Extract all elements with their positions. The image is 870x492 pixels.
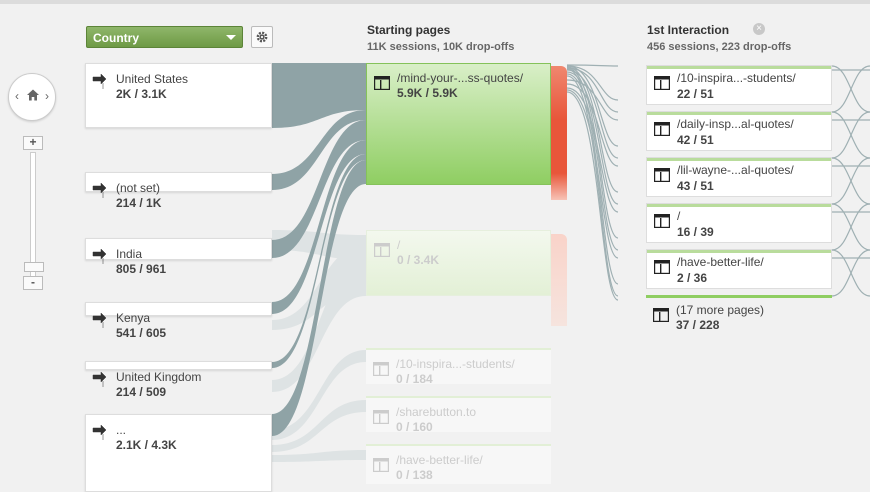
country-label: Kenya: [116, 311, 151, 325]
country-value: 2.1K / 4.3K: [116, 438, 177, 452]
page-icon: [373, 362, 389, 376]
starting-page-value: 0 / 160: [396, 420, 433, 434]
starting-page-node[interactable]: /have-better-life/ 0 / 138: [366, 444, 551, 484]
starting-page-value: 0 / 3.4K: [397, 253, 440, 267]
starting-page-value: 0 / 138: [396, 468, 433, 482]
entry-arrow-icon: [92, 425, 107, 440]
country-node[interactable]: United States 2K / 3.1K: [85, 63, 272, 128]
interaction-bar: [647, 158, 831, 161]
zoom-in-button[interactable]: +: [23, 136, 43, 150]
country-node[interactable]: ... 2.1K / 4.3K: [85, 414, 272, 492]
starting-page-node[interactable]: /10-inspira...-students/ 0 / 184: [366, 348, 551, 386]
close-icon[interactable]: ×: [753, 23, 765, 35]
interaction-value: 43 / 51: [677, 179, 714, 193]
interaction-bar: [647, 204, 831, 207]
interaction-value: 22 / 51: [677, 87, 714, 101]
country-value: 541 / 605: [116, 326, 167, 340]
page-icon: [654, 122, 670, 136]
page-icon: [654, 214, 670, 228]
starting-page-value: 0 / 184: [396, 372, 433, 386]
interaction-node[interactable]: (17 more pages) 37 / 228: [646, 295, 832, 335]
starting-page-value: 5.9K / 5.9K: [397, 86, 458, 100]
interaction-label: (17 more pages): [676, 303, 765, 317]
page-icon: [653, 308, 669, 322]
country-label: India: [116, 247, 143, 261]
interaction-bar: [647, 66, 831, 69]
country-node[interactable]: Kenya 541 / 605: [85, 302, 272, 340]
starting-page-label: /have-better-life/: [396, 453, 483, 467]
starting-page-node[interactable]: /sharebutton.to 0 / 160: [366, 396, 551, 434]
interaction-value: 37 / 228: [676, 318, 720, 332]
starting-pages-subtitle: 11K sessions, 10K drop-offs: [367, 41, 515, 53]
pan-left-icon[interactable]: ‹: [15, 89, 19, 103]
entry-arrow-icon: [92, 183, 107, 198]
starting-page-label: /10-inspira...-students/: [396, 357, 515, 371]
first-interaction-subtitle: 456 sessions, 223 drop-offs: [647, 41, 792, 53]
country-node[interactable]: India 805 / 961: [85, 238, 272, 276]
interaction-label: /10-inspira...-students/: [677, 71, 796, 85]
interaction-bar: [647, 250, 831, 253]
dropoff-bar[interactable]: [551, 66, 567, 200]
entry-arrow-icon: [92, 313, 107, 328]
country-label: United Kingdom: [116, 370, 202, 384]
starting-page-label: /sharebutton.to: [396, 405, 477, 419]
country-value: 214 / 509: [116, 385, 167, 399]
interaction-label: /: [677, 209, 681, 223]
interaction-node[interactable]: / 16 / 39: [646, 203, 832, 243]
interaction-label: /have-better-life/: [677, 255, 764, 269]
country-label: ...: [116, 423, 127, 437]
starting-page-label: /: [397, 238, 401, 252]
interaction-value: 16 / 39: [677, 225, 714, 239]
pan-control[interactable]: ‹ ›: [8, 73, 56, 121]
dimension-dropdown[interactable]: Country: [86, 26, 243, 48]
interaction-value: 42 / 51: [677, 133, 714, 147]
starting-page-node[interactable]: / 0 / 3.4K: [366, 230, 551, 296]
country-label: United States: [116, 72, 189, 86]
entry-arrow-icon: [92, 249, 107, 264]
first-interaction-title: 1st Interaction: [647, 23, 730, 37]
zoom-out-button[interactable]: -: [23, 276, 43, 290]
interaction-node[interactable]: /have-better-life/ 2 / 36: [646, 249, 832, 289]
page-icon: [374, 76, 390, 90]
page-icon: [654, 76, 670, 90]
interaction-node[interactable]: /10-inspira...-students/ 22 / 51: [646, 65, 832, 105]
country-value: 214 / 1K: [116, 196, 162, 210]
page-icon: [654, 168, 670, 182]
pan-right-icon[interactable]: ›: [45, 89, 49, 103]
interaction-value: 2 / 36: [677, 271, 708, 285]
country-node[interactable]: United Kingdom 214 / 509: [85, 361, 272, 399]
page-icon: [374, 243, 390, 257]
country-value: 805 / 961: [116, 262, 167, 276]
country-label: (not set): [116, 181, 161, 195]
chevron-down-icon: [226, 35, 236, 40]
country-value: 2K / 3.1K: [116, 87, 167, 101]
gear-icon: [256, 31, 268, 43]
interaction-label: /lil-wayne-...al-quotes/: [677, 163, 794, 177]
settings-button[interactable]: [251, 26, 273, 48]
interaction-label: /daily-insp...al-quotes/: [677, 117, 794, 131]
starting-page-label: /mind-your-...ss-quotes/: [397, 71, 524, 85]
entry-arrow-icon: [92, 372, 107, 387]
zoom-slider[interactable]: [30, 152, 36, 278]
starting-page-node[interactable]: /mind-your-...ss-quotes/ 5.9K / 5.9K: [366, 63, 551, 185]
interaction-bar: [647, 112, 831, 115]
entry-arrow-icon: [92, 74, 107, 89]
interaction-node[interactable]: /lil-wayne-...al-quotes/ 43 / 51: [646, 157, 832, 197]
page-icon: [373, 458, 389, 472]
page-icon: [654, 260, 670, 274]
country-node[interactable]: (not set) 214 / 1K: [85, 172, 272, 210]
starting-pages-title: Starting pages: [367, 23, 451, 37]
home-icon[interactable]: [26, 88, 40, 102]
dimension-dropdown-label: Country: [93, 31, 139, 45]
zoom-slider-handle[interactable]: [24, 262, 44, 272]
dropoff-bar[interactable]: [551, 234, 567, 326]
interaction-bar: [646, 295, 832, 298]
interaction-node[interactable]: /daily-insp...al-quotes/ 42 / 51: [646, 111, 832, 151]
page-icon: [373, 410, 389, 424]
